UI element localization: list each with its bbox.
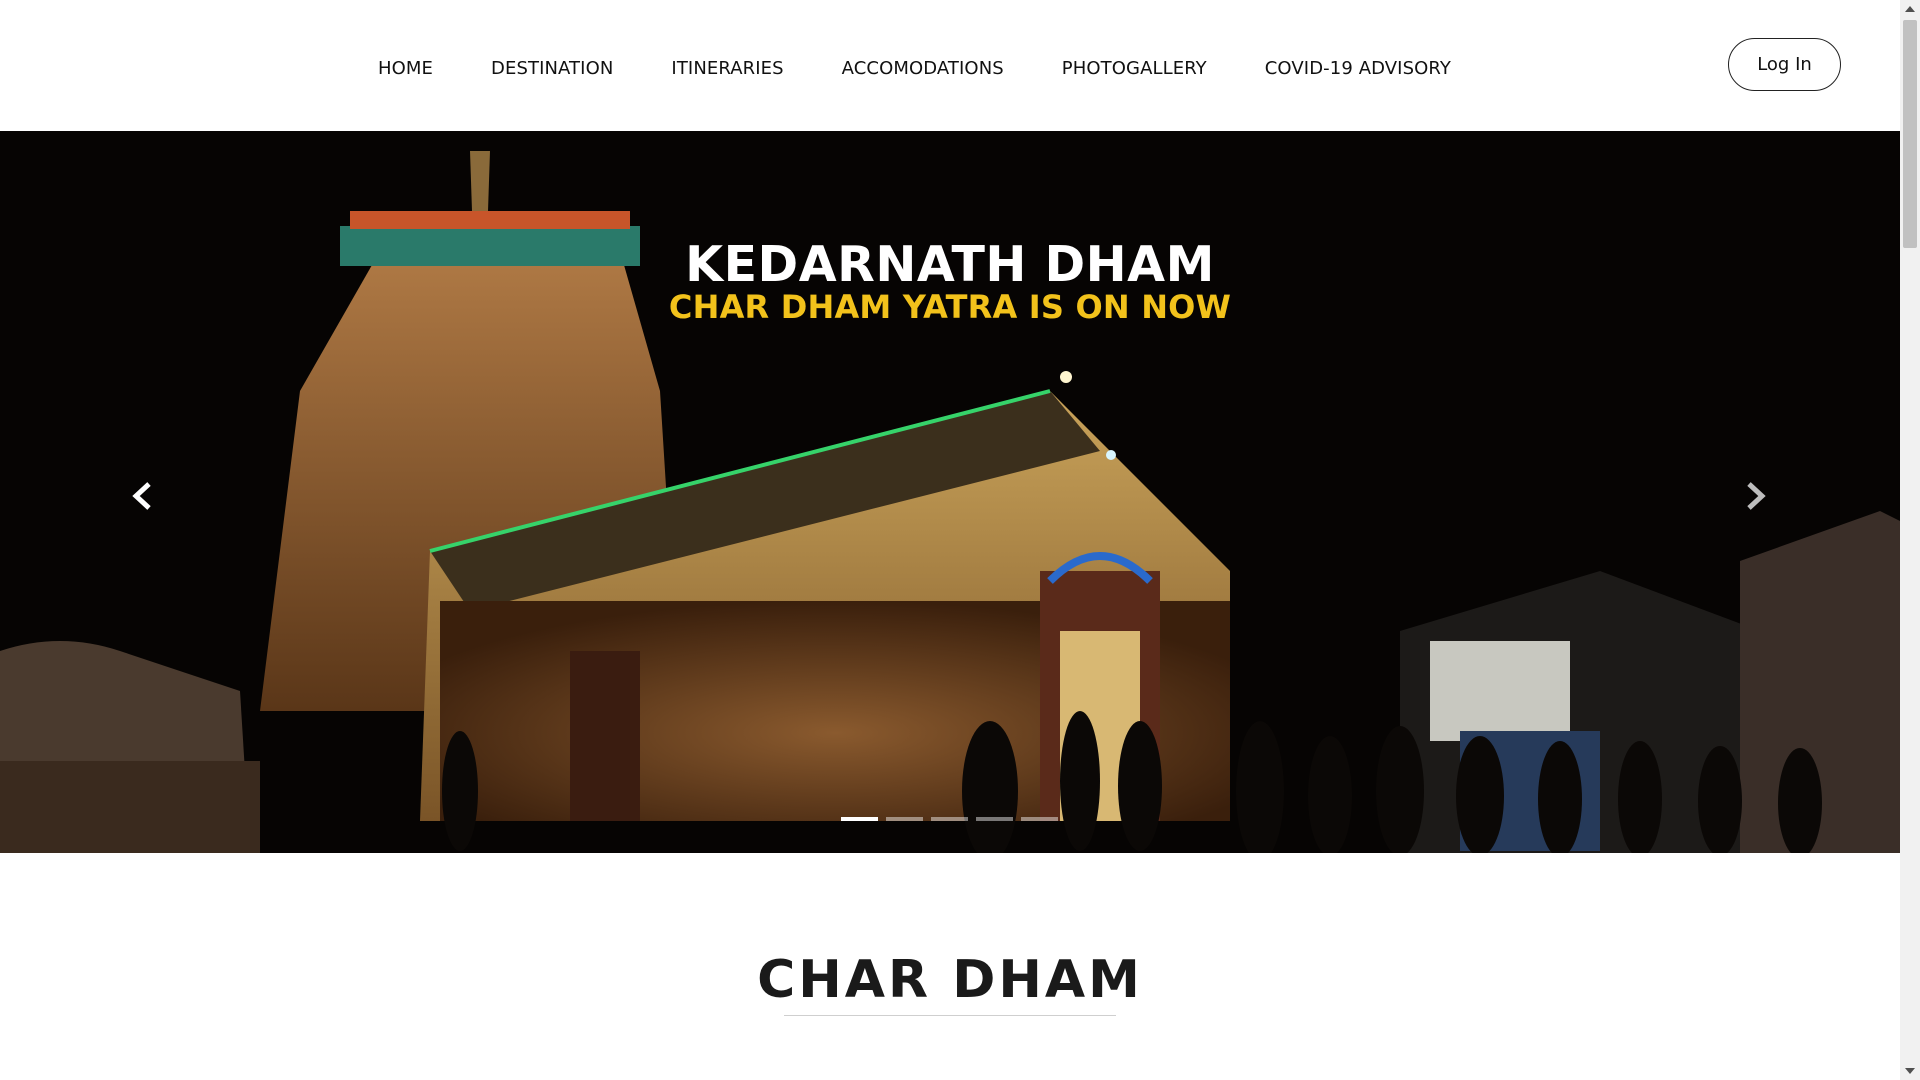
nav-accomodations[interactable]: ACCOMODATIONS	[842, 58, 1004, 79]
chevron-left-icon	[132, 482, 151, 510]
nav-covid-advisory[interactable]: COVID-19 ADVISORY	[1265, 58, 1451, 79]
section-divider	[784, 1015, 1116, 1016]
login-button[interactable]: Log In	[1728, 38, 1841, 91]
nav-photogallery[interactable]: PHOTOGALLERY	[1062, 58, 1207, 79]
hero-title: KEDARNATH DHAM	[685, 236, 1215, 293]
carousel-indicator[interactable]	[841, 817, 878, 821]
carousel-indicator[interactable]	[1021, 817, 1058, 821]
hero-carousel: KEDARNATH DHAM CHAR DHAM YATRA IS ON NOW	[0, 131, 1900, 853]
site-header: HOME DESTINATION ITINERARIES ACCOMODATIO…	[0, 0, 1900, 132]
carousel-prev-button[interactable]	[122, 471, 162, 521]
nav-itineraries[interactable]: ITINERARIES	[671, 58, 783, 79]
carousel-next-button[interactable]	[1736, 471, 1776, 521]
nav-home[interactable]: HOME	[378, 58, 433, 79]
carousel-indicator[interactable]	[931, 817, 968, 821]
section-title: CHAR DHAM	[757, 950, 1143, 1010]
carousel-indicator[interactable]	[886, 817, 923, 821]
scroll-thumb[interactable]	[1903, 20, 1917, 248]
triangle-down-icon	[1905, 1068, 1915, 1074]
main-nav: HOME DESTINATION ITINERARIES ACCOMODATIO…	[378, 58, 1451, 79]
page-scrollbar[interactable]	[1900, 0, 1920, 1080]
chevron-right-icon	[1747, 482, 1766, 510]
triangle-up-icon	[1905, 6, 1915, 12]
scroll-down-button[interactable]	[1900, 1062, 1920, 1080]
carousel-indicators	[841, 817, 1058, 821]
scroll-up-button[interactable]	[1900, 0, 1920, 18]
hero-subtitle: CHAR DHAM YATRA IS ON NOW	[668, 288, 1232, 326]
nav-destination[interactable]: DESTINATION	[491, 58, 613, 79]
carousel-indicator[interactable]	[976, 817, 1013, 821]
